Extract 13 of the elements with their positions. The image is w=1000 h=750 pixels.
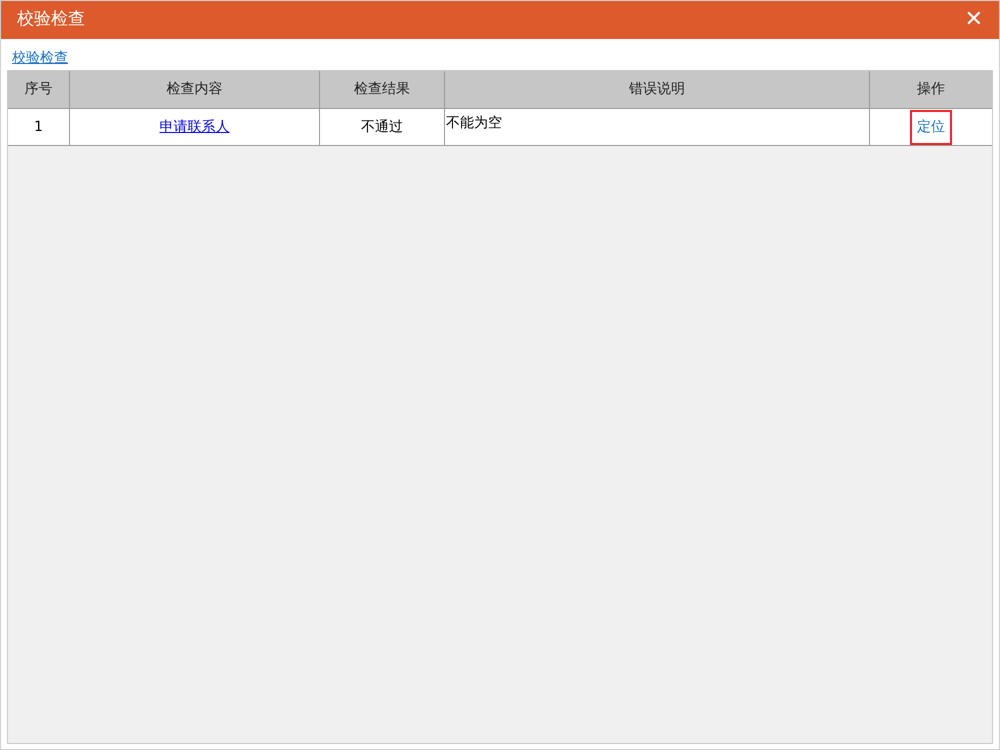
- column-header: 序号: [8, 71, 70, 108]
- window-title: 校验检查: [17, 8, 85, 32]
- column-header: 错误说明: [445, 71, 870, 108]
- column-header: 检查内容: [70, 71, 320, 108]
- locate-link[interactable]: 定位: [910, 110, 952, 144]
- table-cell: 不能为空: [445, 109, 870, 145]
- column-header: 操作: [916, 80, 946, 99]
- column-header: 检查结果: [320, 71, 445, 108]
- table-cell: 不通过: [320, 109, 445, 145]
- breadcrumb-link[interactable]: 校验检查: [12, 50, 68, 66]
- item-link[interactable]: 申请联系人: [160, 116, 230, 138]
- close-button[interactable]: ✕: [964, 9, 983, 31]
- table-cell: 1: [8, 109, 70, 145]
